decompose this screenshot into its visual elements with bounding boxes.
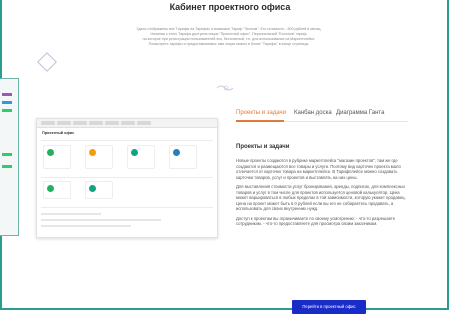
panel-bar	[2, 93, 12, 96]
section-title: Проекты и задачи	[236, 144, 290, 150]
panel-bar	[2, 165, 12, 168]
divider	[41, 177, 213, 178]
divider	[41, 207, 213, 208]
screenshot-tab	[105, 121, 119, 125]
description-paragraph: Для выставления стоимости услуг брониров…	[236, 184, 406, 211]
ornament-icon	[216, 85, 234, 91]
panel-bar	[2, 109, 12, 112]
screenshot-tab	[41, 121, 55, 125]
screenshot-tab	[57, 121, 71, 125]
project-office-screenshot: Проектный офис	[36, 118, 218, 238]
intro-text: Здесь отображены все Тарифы на Тарифах и…	[86, 27, 372, 47]
panel-bar	[2, 101, 12, 104]
project-card	[127, 145, 155, 169]
tab-projects[interactable]: Проекты и задачи	[236, 110, 286, 116]
text-line	[41, 225, 131, 227]
project-card	[85, 181, 113, 199]
project-card	[169, 145, 197, 169]
screenshot-title: Проектный офис	[42, 131, 75, 135]
project-card	[85, 145, 113, 169]
text-line	[41, 213, 101, 215]
screenshot-tab	[121, 121, 135, 125]
tab-gantt[interactable]: Диаграмма Ганта	[336, 110, 384, 116]
screenshot-tab	[89, 121, 103, 125]
page-title: Кабинет проектного офиса	[169, 2, 291, 12]
screenshot-tab	[73, 121, 87, 125]
description-paragraph: Новые проекты создаются в рубрике маркет…	[236, 158, 401, 180]
screenshot-tab	[137, 121, 151, 125]
screenshot-toolbar	[37, 119, 217, 128]
panel-bar	[2, 153, 12, 156]
description-paragraph: Доступ к проектам вы ограничиваете по св…	[236, 215, 396, 227]
active-tab-indicator	[236, 120, 284, 122]
section-description: Новые проекты создаются в рубрике маркет…	[236, 158, 412, 231]
project-card	[43, 181, 71, 199]
divider	[41, 140, 213, 141]
text-line	[41, 219, 161, 221]
tab-kanban[interactable]: Канбан доска	[294, 110, 332, 116]
side-panel[interactable]	[0, 78, 19, 236]
intro-line: Посмотреть тарифы и предоставляемых ими …	[148, 42, 310, 46]
project-card	[43, 145, 71, 169]
